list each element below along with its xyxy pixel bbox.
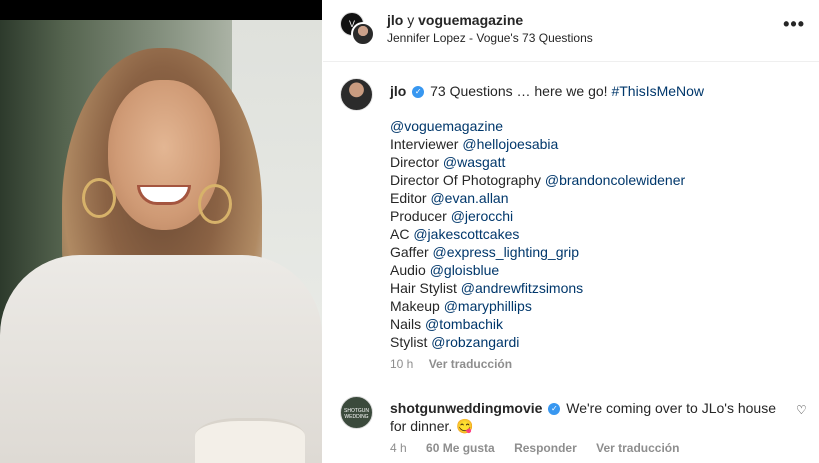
media-earring-left [82, 178, 116, 218]
header-joiner: y [407, 12, 415, 28]
header-subtitle[interactable]: Jennifer Lopez - Vogue's 73 Questions [387, 31, 593, 45]
media-letterbox [0, 0, 322, 20]
credit-handle-link[interactable]: @voguemagazine [390, 118, 503, 134]
credit-line: Editor @evan.allan [390, 189, 685, 207]
caption-avatar[interactable] [340, 78, 373, 111]
comment-time[interactable]: 4 h [390, 441, 407, 455]
header-author-vogue[interactable]: voguemagazine [418, 12, 523, 28]
credit-line: Producer @jerocchi [390, 207, 685, 225]
post-time[interactable]: 10 h [390, 357, 413, 371]
media-earring-right [198, 184, 232, 224]
caption-text: 73 Questions … here we go! [430, 83, 608, 99]
post-header: V jlo y voguemagazine Jennifer Lopez - V… [323, 0, 819, 62]
credit-line: Nails @tombachik [390, 315, 685, 333]
post-translate-link[interactable]: Ver traducción [429, 357, 512, 371]
header-title: jlo y voguemagazine [387, 12, 523, 28]
credit-handle-link[interactable]: @jakescottcakes [413, 226, 519, 242]
credit-handle-link[interactable]: @robzangardi [431, 334, 519, 350]
credit-handle-link[interactable]: @wasgatt [443, 154, 505, 170]
credit-handle-link[interactable]: @jerocchi [451, 208, 513, 224]
credit-role: Stylist [390, 334, 428, 350]
credit-role: Interviewer [390, 136, 459, 152]
credit-role: Hair Stylist [390, 280, 457, 296]
post-meta: 10 h Ver traducción [390, 357, 512, 371]
credit-role: AC [390, 226, 410, 242]
credit-line: AC @jakescottcakes [390, 225, 685, 243]
caption-line: jlo ✓ 73 Questions … here we go! #ThisIs… [390, 82, 805, 100]
like-heart-icon[interactable]: ♡ [796, 403, 807, 417]
credit-role: Editor [390, 190, 427, 206]
comment-likes[interactable]: 60 Me gusta [426, 441, 495, 455]
credit-role: Audio [390, 262, 426, 278]
media-mug [195, 418, 305, 463]
credit-line: Director @wasgatt [390, 153, 685, 171]
comment-reply-button[interactable]: Responder [514, 441, 577, 455]
comment-meta: 4 h 60 Me gusta Responder Ver traducción [390, 441, 695, 455]
credit-line: Hair Stylist @andrewfitzsimons [390, 279, 685, 297]
credit-handle-link[interactable]: @tombachik [425, 316, 503, 332]
credit-handle-link[interactable]: @hellojoesabia [462, 136, 558, 152]
credit-role: Gaffer [390, 244, 429, 260]
credit-role: Producer [390, 208, 447, 224]
caption-username[interactable]: jlo [390, 83, 406, 99]
comment-verified-badge-icon: ✓ [548, 403, 561, 416]
comment-translate-link[interactable]: Ver traducción [596, 441, 679, 455]
credit-role: Director Of Photography [390, 172, 541, 188]
credit-handle-link[interactable]: @evan.allan [430, 190, 508, 206]
comment-body: shotgunweddingmovie ✓ We're coming over … [390, 399, 790, 435]
credit-line: @voguemagazine [390, 117, 685, 135]
credit-line: Makeup @maryphillips [390, 297, 685, 315]
more-options-icon[interactable]: ••• [783, 14, 805, 35]
credit-line: Director Of Photography @brandoncolewide… [390, 171, 685, 189]
credit-role: Makeup [390, 298, 440, 314]
verified-badge-icon: ✓ [412, 86, 425, 99]
post-panel: V jlo y voguemagazine Jennifer Lopez - V… [323, 0, 819, 463]
credits-list: @voguemagazine Interviewer @hellojoesabia… [390, 117, 685, 351]
jlo-header-avatar[interactable] [351, 22, 375, 46]
credit-handle-link[interactable]: @express_lighting_grip [433, 244, 580, 260]
credit-line: Audio @gloisblue [390, 261, 685, 279]
caption-hashtag[interactable]: #ThisIsMeNow [611, 83, 704, 99]
credit-role: Nails [390, 316, 422, 332]
credit-line: Gaffer @express_lighting_grip [390, 243, 685, 261]
credit-role: Director [390, 154, 440, 170]
credit-handle-link[interactable]: @andrewfitzsimons [461, 280, 583, 296]
credit-handle-link[interactable]: @brandoncolewidener [545, 172, 685, 188]
credit-handle-link[interactable]: @maryphillips [444, 298, 532, 314]
header-author-jlo[interactable]: jlo [387, 12, 403, 28]
comment-username[interactable]: shotgunweddingmovie [390, 400, 542, 416]
comment-avatar[interactable]: SHOTGUN WEDDING [340, 396, 373, 429]
post-media[interactable] [0, 0, 322, 463]
credit-line: Interviewer @hellojoesabia [390, 135, 685, 153]
credit-handle-link[interactable]: @gloisblue [430, 262, 499, 278]
credit-line: Stylist @robzangardi [390, 333, 685, 351]
